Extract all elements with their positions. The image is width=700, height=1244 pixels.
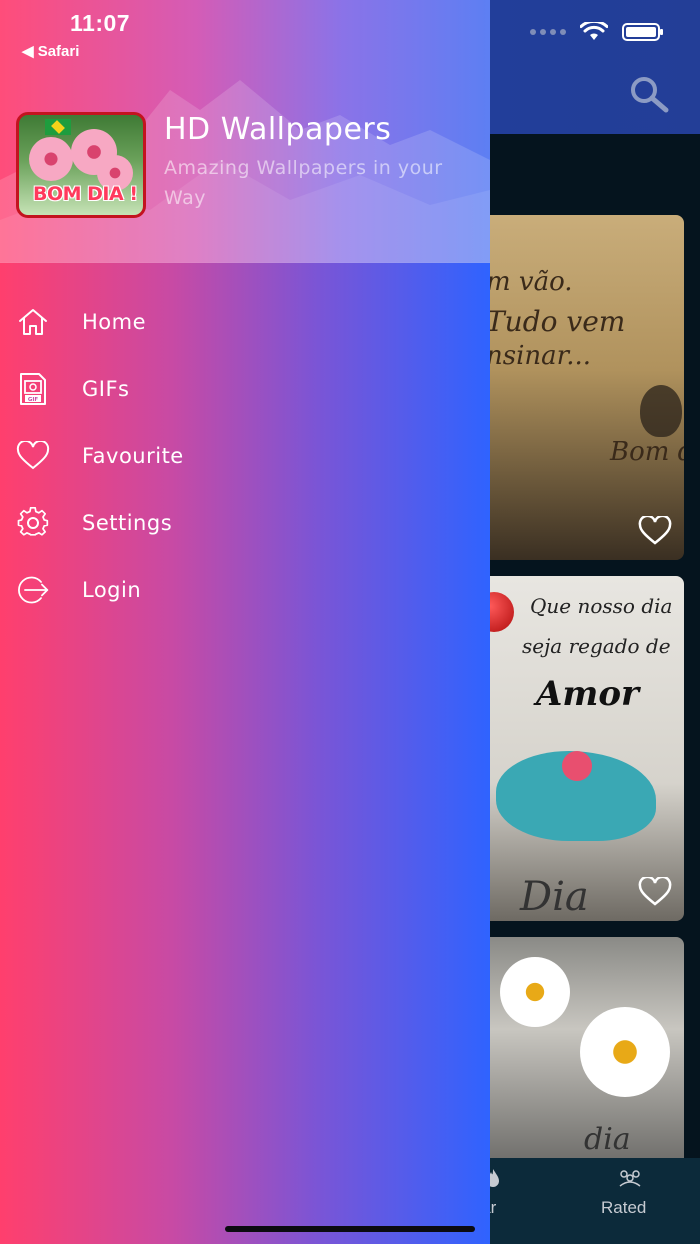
card-text: Dia — [520, 874, 589, 920]
search-icon[interactable] — [628, 74, 672, 114]
menu-item-login[interactable]: Login — [0, 556, 490, 623]
nav-rated[interactable]: Rated — [601, 1198, 646, 1218]
status-time: 11:07 — [70, 10, 131, 36]
cellular-signal-icon — [530, 29, 566, 35]
menu-item-favourite[interactable]: Favourite — [0, 422, 490, 489]
app-subtitle: Amazing Wallpapers in your Way — [164, 157, 443, 209]
navigation-drawer: 11:07 ◀ Safari BOM DIA ! HD Wallpapers A… — [0, 0, 490, 1244]
home-indicator[interactable] — [225, 1226, 475, 1232]
flower-image — [29, 137, 73, 181]
battery-icon — [622, 23, 663, 41]
card-text: seja regado de — [522, 634, 671, 658]
wallpaper-card[interactable]: dia — [480, 937, 684, 1167]
home-icon — [16, 305, 50, 339]
menu-label: Settings — [82, 510, 173, 535]
menu-label: Favourite — [82, 443, 184, 468]
menu-item-home[interactable]: Home — [0, 288, 490, 355]
card-text: m vão. — [486, 267, 573, 297]
card-text: Tudo vem — [486, 305, 626, 338]
card-text: dia — [584, 1122, 631, 1157]
status-indicators — [530, 22, 663, 42]
rated-icon — [619, 1170, 641, 1187]
gif-file-icon: GIF — [16, 372, 50, 406]
menu-item-settings[interactable]: Settings — [0, 489, 490, 556]
drawer-header: 11:07 ◀ Safari BOM DIA ! HD Wallpapers A… — [0, 0, 490, 263]
favourite-heart-icon[interactable] — [638, 516, 672, 546]
app-title: HD Wallpapers — [164, 112, 392, 147]
favourite-heart-icon[interactable] — [638, 877, 672, 907]
app-logo: BOM DIA ! — [16, 112, 146, 218]
menu-item-gifs[interactable]: GIF GIFs — [0, 355, 490, 422]
card-text: Amor — [536, 674, 639, 714]
login-icon — [16, 573, 50, 607]
back-to-safari-link[interactable]: ◀ Safari — [22, 42, 79, 60]
card-text: Bom d — [610, 437, 684, 467]
daisy-image — [580, 1007, 670, 1097]
wifi-icon — [580, 22, 608, 40]
wallpaper-card[interactable]: m vão. Tudo vem nsinar... Bom d — [480, 215, 684, 560]
wallpaper-card[interactable]: Que nosso dia seja regado de Amor Dia — [480, 576, 684, 921]
card-text: Que nosso dia — [530, 594, 673, 618]
balloon-image — [640, 385, 682, 437]
menu-label: Home — [82, 309, 147, 334]
brazil-flag-icon — [45, 119, 71, 135]
drawer-menu: Home GIF GIFs Favourite Settings Login — [0, 288, 490, 623]
card-text: nsinar... — [486, 341, 592, 371]
menu-label: GIFs — [82, 376, 130, 401]
heart-icon — [16, 439, 50, 473]
svg-text:GIF: GIF — [28, 397, 39, 403]
daisy-image — [500, 957, 570, 1027]
flower-image — [562, 751, 592, 781]
gear-icon — [16, 506, 50, 540]
menu-label: Login — [82, 577, 142, 602]
logo-text: BOM DIA ! — [33, 183, 138, 205]
